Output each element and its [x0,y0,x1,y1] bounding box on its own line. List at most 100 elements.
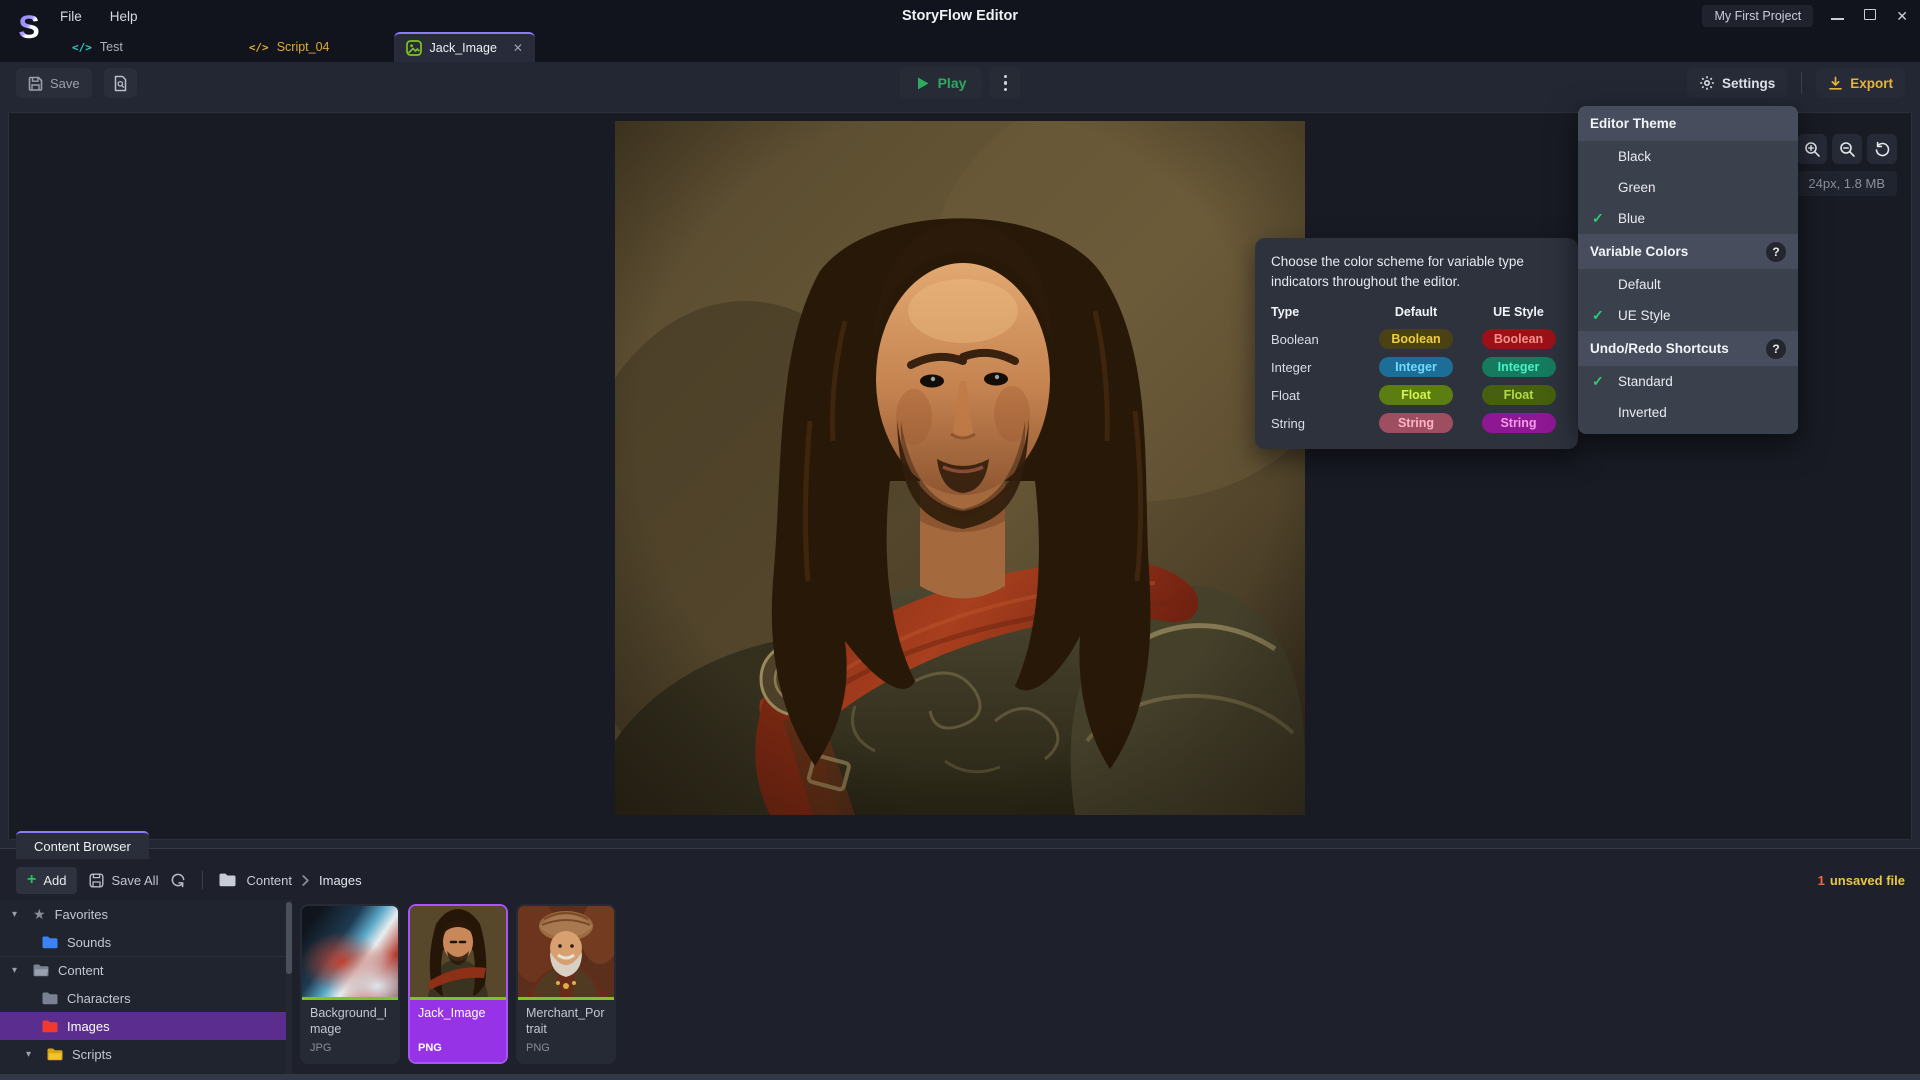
play-button[interactable]: Play [900,67,983,99]
content-browser-tab[interactable]: Content Browser [16,831,149,859]
check-icon: ✓ [1592,210,1618,227]
badge-integer-default: Integer [1379,357,1453,377]
menu-item-label: Green [1618,180,1656,195]
editor-toolbar: Save Play [0,62,1920,104]
refresh-icon [170,872,186,888]
app-window: S File Help StoryFlow Editor My First Pr… [0,0,1920,1080]
scrollbar-thumb[interactable] [286,902,292,974]
maximize-icon [1864,9,1876,20]
merchant-thumb [518,906,614,997]
menu-item-default[interactable]: ✓ Default [1578,269,1798,300]
menu-item-blue[interactable]: ✓ Blue [1578,203,1798,234]
image-icon [406,40,422,56]
play-icon [916,76,930,91]
more-options-button[interactable] [990,67,1020,99]
tab-jack-image[interactable]: Jack_Image ✕ [394,32,535,62]
menu-item-standard[interactable]: ✓ Standard [1578,366,1798,397]
document-preview-button[interactable] [104,68,137,98]
gear-icon [1699,75,1715,91]
horizontal-scrollbar[interactable] [0,1074,1920,1080]
chevron-down-icon[interactable]: ▾ [12,965,24,976]
asset-thumbnail [410,906,506,997]
row-type-label: Boolean [1271,332,1357,347]
asset-name: Background_Image [302,1000,398,1042]
menu-item-black[interactable]: ✓ Black [1578,141,1798,172]
svg-text:S: S [18,9,39,45]
save-button[interactable]: Save [16,68,92,98]
save-icon [28,76,43,91]
save-all-button[interactable]: Save All [89,873,158,888]
asset-card-merchant-portrait[interactable]: Merchant_Portrait PNG [516,904,616,1064]
zoom-out-icon [1839,141,1856,158]
asset-thumbnail [302,906,398,997]
breadcrumb: Content Images [219,873,361,888]
jack-portrait-image [615,121,1305,815]
tree-item-sounds[interactable]: Sounds [0,928,292,956]
tree-item-scripts[interactable]: ▾ Scripts [0,1040,292,1068]
menu-bar: File Help [60,0,138,32]
asset-card-background-image[interactable]: Background_Image JPG [300,904,400,1064]
jack-thumb [410,906,506,997]
section-undo-redo: Undo/Redo Shortcuts ? [1578,331,1798,366]
section-header-label: Undo/Redo Shortcuts [1590,341,1729,356]
download-icon [1828,76,1843,91]
asset-grid: Background_Image JPG [300,900,1920,1080]
asset-tree: ▾ ★ Favorites Sounds ▾ Content [0,900,292,1080]
section-editor-theme: Editor Theme [1578,106,1798,141]
badge-boolean-default: Boolean [1379,329,1453,349]
project-badge: My First Project [1702,5,1813,27]
maximize-button[interactable] [1864,7,1876,25]
unsaved-label: unsaved file [1830,873,1905,888]
chevron-down-icon[interactable]: ▾ [12,909,24,920]
tab-script-04[interactable]: </> Script_04 [235,32,344,62]
zoom-out-button[interactable] [1832,134,1862,164]
tree-item-images[interactable]: Images [0,1012,292,1040]
document-search-icon [113,75,128,92]
close-button[interactable]: ✕ [1896,9,1908,23]
menu-file[interactable]: File [60,9,82,24]
row-type-label: String [1271,416,1357,431]
tooltip-text: Choose the color scheme for variable typ… [1271,252,1562,291]
menu-item-label: Standard [1618,374,1673,389]
breadcrumb-images[interactable]: Images [319,873,362,888]
chevron-right-icon [302,875,309,886]
menu-item-ue-style[interactable]: ✓ UE Style [1578,300,1798,331]
tooltip-table: Type Default UE Style Boolean Boolean Bo… [1271,305,1562,433]
export-button[interactable]: Export [1816,68,1905,98]
zoom-in-icon [1804,141,1821,158]
content-browser-toolbar: + Add Save All Con [0,860,1920,900]
minimize-button[interactable] [1831,7,1844,25]
folder-icon [42,936,58,949]
reset-view-button[interactable] [1867,134,1897,164]
save-label: Save [50,76,80,91]
menu-help[interactable]: Help [110,9,138,24]
tree-item-favorites[interactable]: ▾ ★ Favorites [0,900,292,928]
row-type-label: Integer [1271,360,1357,375]
export-label: Export [1850,76,1893,91]
breadcrumb-content[interactable]: Content [246,873,292,888]
help-icon[interactable]: ? [1766,242,1786,262]
zoom-in-button[interactable] [1797,134,1827,164]
menu-item-inverted[interactable]: ✓ Inverted [1578,397,1798,428]
refresh-button[interactable] [170,872,186,888]
badge-string-default: String [1379,413,1453,433]
asset-card-jack-image[interactable]: Jack_Image PNG [408,904,508,1064]
tab-label: Jack_Image [430,41,497,55]
tab-test[interactable]: </> Test [58,32,137,62]
tab-close-icon[interactable]: ✕ [513,41,523,55]
tree-item-content[interactable]: ▾ Content [0,956,292,984]
folder-icon [219,873,236,887]
folder-open-icon [47,1048,63,1061]
column-ue-style: UE Style [1475,305,1562,319]
tree-scrollbar[interactable] [286,900,292,1080]
folder-open-icon [33,964,49,977]
menu-item-green[interactable]: ✓ Green [1578,172,1798,203]
settings-button[interactable]: Settings [1687,68,1787,98]
help-icon[interactable]: ? [1766,339,1786,359]
toolbar-divider [1801,72,1802,94]
tree-item-characters[interactable]: Characters [0,984,292,1012]
menu-item-label: Black [1618,149,1651,164]
chevron-down-icon[interactable]: ▾ [26,1049,38,1060]
add-button[interactable]: + Add [16,867,77,894]
tree-label: Images [67,1019,110,1034]
